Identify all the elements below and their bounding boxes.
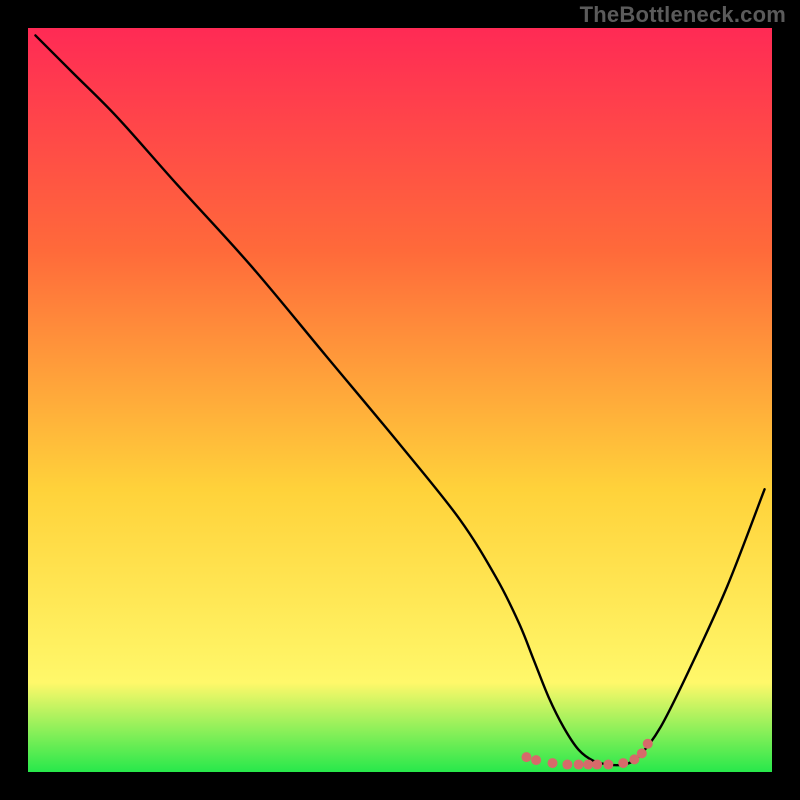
marker-dot [574, 760, 584, 770]
marker-dot [618, 758, 628, 768]
marker-dot [643, 739, 653, 749]
gradient-background [28, 28, 772, 772]
chart-frame: { "watermark": "TheBottleneck.com", "col… [0, 0, 800, 800]
marker-dot [592, 760, 602, 770]
marker-dot [521, 752, 531, 762]
marker-dot [583, 760, 593, 770]
marker-dot [603, 760, 613, 770]
plot-area [28, 28, 772, 772]
marker-dot [531, 755, 541, 765]
watermark-text: TheBottleneck.com [580, 2, 786, 28]
marker-dot [562, 760, 572, 770]
bottleneck-chart [28, 28, 772, 772]
marker-dot [548, 758, 558, 768]
marker-dot [637, 748, 647, 758]
